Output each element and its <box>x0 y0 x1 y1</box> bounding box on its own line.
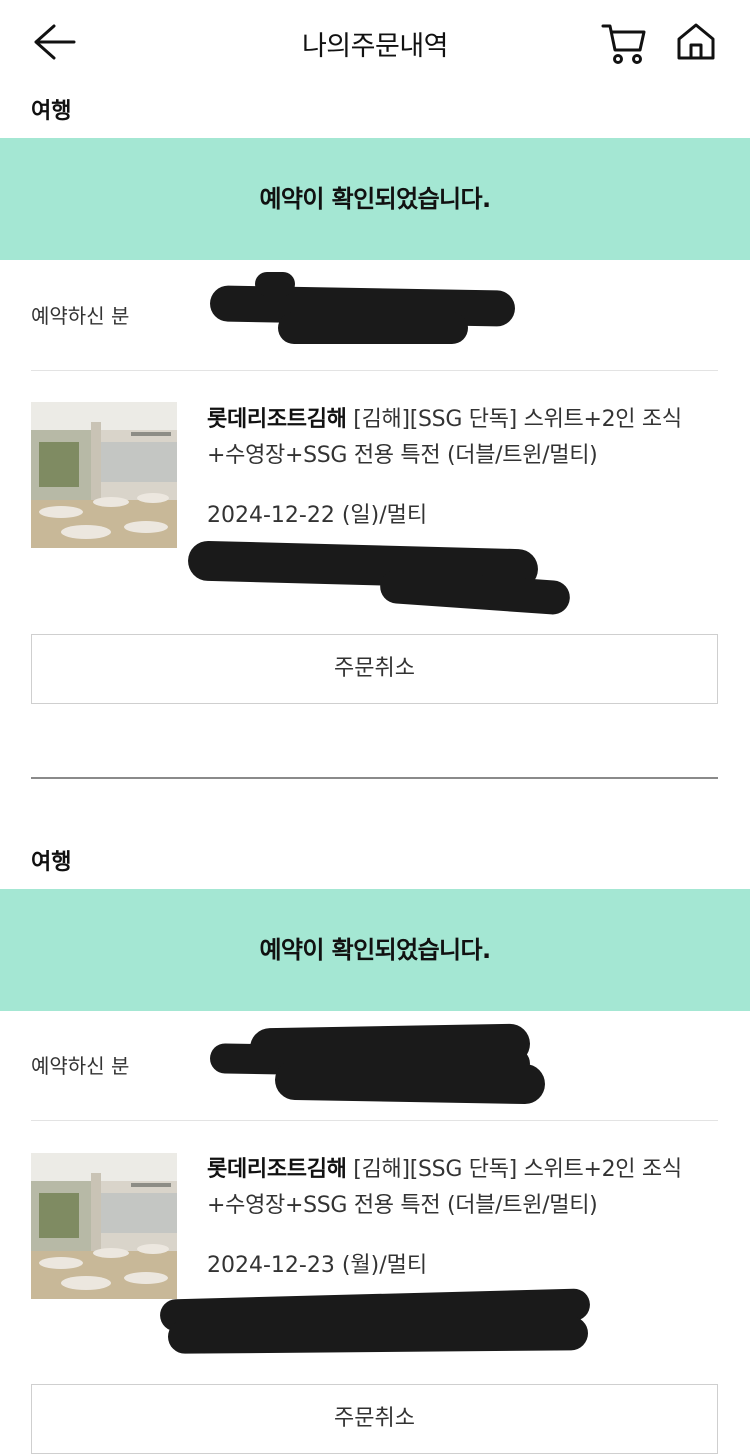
product-thumbnail[interactable] <box>31 1153 177 1299</box>
top-app-bar: 나의주문내역 <box>0 0 750 86</box>
redaction-mark <box>167 1316 589 1354</box>
divider <box>31 1120 718 1121</box>
status-banner: 예약이 확인되었습니다. <box>0 138 750 260</box>
hotel-restaurant-image <box>31 402 177 548</box>
cart-icon <box>601 24 646 64</box>
redaction-mark <box>379 568 571 616</box>
product-brand: 롯데리조트김해 <box>207 1157 347 1182</box>
order-category: 여행 <box>31 850 72 875</box>
divider <box>31 370 718 371</box>
product-title[interactable]: 롯데리조트김해 [김해][SSG 단독] 스위트+2인 조식+수영장+SSG 전… <box>207 1152 707 1224</box>
redaction-mark <box>255 272 295 296</box>
hotel-restaurant-image <box>31 1153 177 1299</box>
cancel-order-button[interactable]: 주문취소 <box>31 634 718 704</box>
reserver-label: 예약하신 분 <box>31 1054 130 1078</box>
product-brand: 롯데리조트김해 <box>207 407 347 432</box>
order-separator <box>31 777 718 779</box>
product-date-option: 2024-12-22 (일)/멀티 <box>207 503 428 528</box>
cart-button[interactable] <box>600 20 648 66</box>
status-banner: 예약이 확인되었습니다. <box>0 889 750 1011</box>
home-button[interactable] <box>674 20 718 64</box>
cancel-order-button[interactable]: 주문취소 <box>31 1384 718 1454</box>
product-thumbnail[interactable] <box>31 402 177 548</box>
product-title[interactable]: 롯데리조트김해 [김해][SSG 단독] 스위트+2인 조식+수영장+SSG 전… <box>207 402 707 474</box>
product-date-option: 2024-12-23 (월)/멀티 <box>207 1253 428 1278</box>
redaction-mark <box>274 1059 546 1105</box>
home-icon <box>677 23 715 60</box>
redaction-mark <box>278 312 468 344</box>
reserver-label: 예약하신 분 <box>31 304 130 328</box>
order-category: 여행 <box>31 99 72 124</box>
